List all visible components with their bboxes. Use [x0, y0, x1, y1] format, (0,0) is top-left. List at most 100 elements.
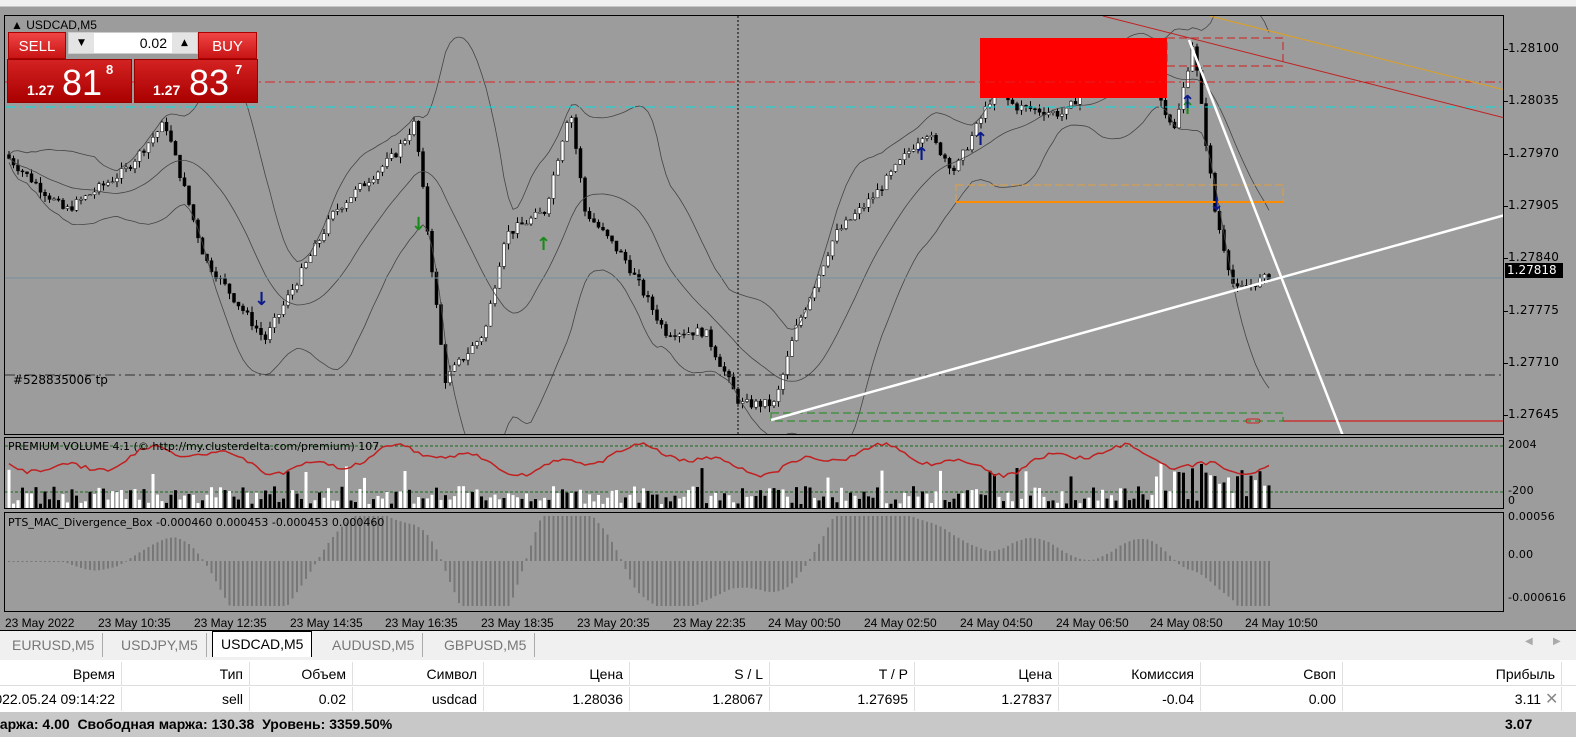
candle: [16, 164, 20, 172]
macd-bar: [1218, 561, 1221, 590]
candle: [128, 166, 133, 169]
macd-bar: [152, 544, 154, 561]
volume-bar: [1096, 500, 1100, 508]
ask-price-button[interactable]: 1.27 83 7: [134, 59, 258, 103]
volume-stepper[interactable]: ▼ 0.02 ▲: [68, 32, 198, 54]
volume-bar: [1002, 501, 1005, 508]
tab-usdjpy[interactable]: USDJPY,M5: [113, 633, 207, 657]
column-header[interactable]: Время: [0, 662, 122, 686]
macd-bar: [386, 516, 388, 561]
macd-bar: [62, 561, 64, 562]
chart-window[interactable]: ↓ ↓ ↓ ↑ ↑ ↑ ↑ ↑ ▲ USDCAD,M5 #528835006 tp SELL …: [0, 6, 1576, 630]
candle: [1051, 111, 1055, 113]
column-header[interactable]: Тип: [122, 662, 250, 686]
candle: [466, 353, 470, 361]
column-header[interactable]: Прибыль: [1343, 662, 1562, 686]
column-header[interactable]: T / P: [770, 662, 915, 686]
sell-button[interactable]: SELL: [8, 32, 66, 59]
table-cell: 3.11: [1343, 687, 1562, 711]
tab-audusd[interactable]: AUDUSD,M5: [324, 633, 424, 657]
volume-bar: [1101, 489, 1104, 508]
volume-bar: [894, 499, 897, 508]
macd-bar: [917, 518, 919, 561]
macd-bar: [165, 538, 168, 561]
macd-bar: [984, 549, 987, 561]
column-header[interactable]: S / L: [630, 662, 770, 686]
close-order-icon[interactable]: ✕: [1545, 689, 1558, 709]
candle: [565, 122, 569, 142]
volume-bar: [1159, 463, 1163, 508]
macd-bar: [1151, 541, 1153, 561]
macd-bar: [80, 561, 82, 568]
candle: [1037, 108, 1042, 113]
column-header[interactable]: Объем: [250, 662, 353, 686]
tab-usdcad[interactable]: USDCAD,M5: [212, 631, 313, 657]
macd-bar: [278, 561, 280, 606]
collapse-icon[interactable]: ▲: [11, 18, 23, 32]
macd-bar: [656, 561, 658, 606]
tab-gbpusd[interactable]: GBPUSD,M5: [436, 633, 536, 657]
macd-bar: [422, 530, 424, 561]
macd-bar: [611, 541, 613, 561]
macd-bar: [1110, 551, 1113, 561]
scroll-left-icon[interactable]: ◀: [1525, 636, 1533, 647]
candle: [385, 158, 389, 167]
column-header[interactable]: Символ: [353, 662, 484, 686]
tab-eurusd[interactable]: EURUSD,M5: [4, 633, 104, 657]
macd-bar: [287, 561, 289, 605]
volume-input[interactable]: 0.02: [95, 33, 167, 53]
macd-bar: [138, 552, 141, 561]
volume-bar: [30, 493, 33, 508]
column-header[interactable]: Цена: [484, 662, 630, 686]
candle: [421, 151, 425, 187]
macd-bar: [800, 561, 802, 572]
volume-bar: [912, 486, 915, 508]
macd-bar: [714, 561, 717, 597]
volume-bar: [48, 499, 51, 508]
volume-bar: [880, 470, 884, 508]
volume-bar: [52, 486, 56, 508]
time-label: 23 May 22:35: [673, 616, 746, 630]
macd-bar: [48, 561, 51, 562]
column-header[interactable]: Цена: [915, 662, 1059, 686]
volume-bar: [1065, 503, 1068, 508]
macd-bar: [521, 561, 523, 572]
volume-bar: [651, 494, 654, 508]
volume-bar: [988, 470, 992, 508]
candle: [272, 317, 277, 328]
macd-bar: [242, 561, 244, 606]
macd-bar: [962, 540, 964, 561]
column-header[interactable]: Своп: [1201, 662, 1343, 686]
macd-bar: [1232, 561, 1234, 601]
macd-bar: [953, 535, 955, 561]
candle: [52, 198, 56, 201]
volume-bar: [696, 486, 699, 508]
buy-button[interactable]: BUY: [198, 32, 257, 59]
volume-increase-icon[interactable]: ▲: [172, 33, 197, 53]
candle: [223, 277, 227, 285]
table-cell: 1.27837: [915, 687, 1059, 711]
macd-bar: [1124, 543, 1126, 561]
bid-price-button[interactable]: 1.27 81 8: [7, 59, 132, 103]
macd-bar: [1056, 547, 1059, 561]
volume-bar: [876, 487, 879, 508]
candle: [227, 283, 232, 294]
candle: [254, 325, 259, 329]
column-header[interactable]: Комиссия: [1059, 662, 1201, 686]
volume-bar: [979, 494, 983, 508]
macd-bar: [975, 546, 978, 561]
volume-decrease-icon[interactable]: ▼: [69, 33, 94, 53]
macd-bar: [512, 561, 514, 598]
scroll-right-icon[interactable]: ▶: [1553, 636, 1561, 647]
volume-bar: [943, 500, 947, 508]
volume-bar: [57, 500, 60, 508]
candle: [412, 120, 416, 135]
macd-bar: [125, 561, 127, 562]
volume-bar: [709, 495, 713, 508]
macd-panel[interactable]: PTS_MAC_Divergence_Box -0.000460 0.00045…: [4, 512, 1504, 612]
volume-panel[interactable]: PREMIUM VOLUME 4.1 (© http://my.clusterd…: [4, 437, 1504, 509]
volume-bar: [480, 496, 483, 508]
table-row[interactable]: 2022.05.24 09:14:22sell0.02usdcad1.28036…: [0, 687, 1576, 711]
candle: [313, 243, 317, 256]
volume-bar: [984, 495, 987, 508]
